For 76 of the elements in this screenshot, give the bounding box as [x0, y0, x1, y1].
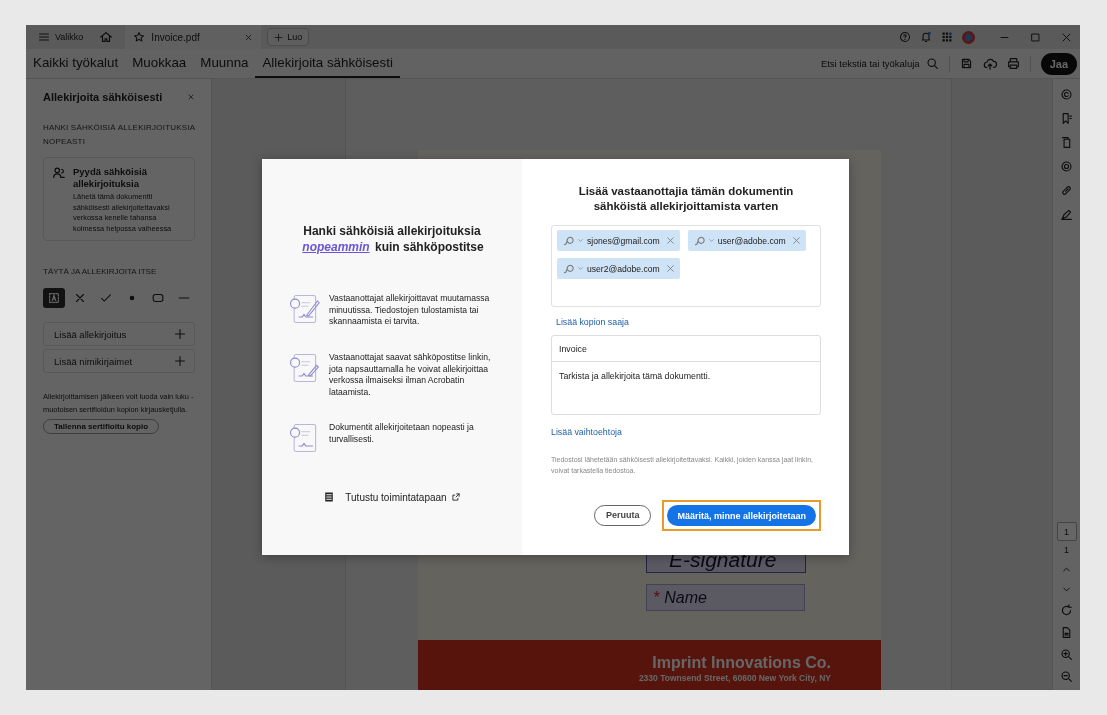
plus-icon[interactable]: [174, 355, 186, 367]
remove-icon[interactable]: [665, 264, 675, 273]
checkmark-icon: [99, 291, 113, 305]
recipients-field[interactable]: sjones@gmail.com user@adobe.com user2@adobe.com: [551, 225, 821, 307]
menu-button[interactable]: Valikko: [34, 25, 88, 49]
caret-icon[interactable]: [577, 265, 584, 272]
specify-signing-places-button[interactable]: Määritä, minne allekirjoitetaan: [667, 505, 816, 526]
menu-icon[interactable]: [38, 31, 50, 43]
link-icon[interactable]: [1060, 184, 1073, 197]
document-tab[interactable]: Invoice.pdf: [125, 25, 262, 49]
fill-tool-button[interactable]: [43, 288, 65, 308]
page-total: 1: [1064, 545, 1069, 555]
signature-pen-icon[interactable]: [1060, 208, 1073, 221]
learn-more-link[interactable]: Tutustu toimintatapaan: [345, 491, 461, 503]
remove-icon[interactable]: [791, 236, 801, 245]
zoom-in-icon[interactable]: [1060, 648, 1073, 661]
dialog-title: Lisää vastaanottajia tämän dokumentin sähköistä allekirjoittamista varten: [577, 184, 795, 214]
cancel-button[interactable]: Peruuta: [593, 504, 652, 526]
company-name: Imprint Innovations Co.: [652, 654, 831, 672]
recipient-chip[interactable]: user@adobe.com: [687, 230, 806, 251]
caret-icon[interactable]: [707, 237, 715, 244]
film-icon[interactable]: [323, 491, 336, 503]
people-icon[interactable]: [52, 166, 66, 180]
tool-tab[interactable]: Kaikki työkalut: [26, 49, 126, 78]
home-icon[interactable]: [99, 30, 114, 44]
page-number-field[interactable]: 1: [1056, 522, 1077, 541]
tool-tab[interactable]: Muokkaa: [125, 49, 194, 78]
zoom-out-icon[interactable]: [1060, 670, 1073, 683]
section-label: TÄYTÄ JA ALLEKIRJOITA ITSE: [43, 267, 158, 276]
new-button[interactable]: Luo: [267, 28, 310, 46]
star-icon[interactable]: [133, 31, 146, 43]
apps-grid-icon[interactable]: [941, 31, 953, 43]
document-icon[interactable]: [1060, 626, 1073, 639]
maximize-icon[interactable]: [1030, 31, 1041, 43]
plus-icon[interactable]: [174, 328, 186, 340]
remove-icon[interactable]: [665, 236, 675, 245]
recipient-chip[interactable]: user2@adobe.com: [557, 258, 680, 279]
bell-icon[interactable]: [920, 31, 932, 43]
caret-icon[interactable]: [577, 237, 584, 244]
company-address: 2330 Townsend Street, 60600 New York City, NY: [638, 673, 831, 683]
cross-icon: [73, 291, 87, 305]
tool-tab[interactable]: Muunna: [193, 49, 256, 78]
recipient-chip[interactable]: sjones@gmail.com: [557, 230, 680, 251]
name-field[interactable]: * Name: [646, 584, 805, 611]
add-row-button[interactable]: Lisää nimikirjaimet: [43, 349, 195, 373]
close-icon[interactable]: [1061, 31, 1072, 43]
dialog-heading: Hanki sähköisiä allekirjoituksia nopeammin kuin sähköpostitse: [301, 223, 485, 255]
search-icon[interactable]: [925, 57, 939, 70]
feature-text: Vastaanottajat allekirjoittavat muutamassa minuutissa. Tiedostojen tulostamista tai skannaamista ei tarvita.: [329, 293, 491, 328]
add-row-button[interactable]: Lisää allekirjoitus: [43, 322, 195, 346]
rounded-rectangle-icon: [151, 291, 165, 305]
layers-icon[interactable]: [1060, 160, 1073, 173]
card-title: Pyydä sähköisiä allekirjoituksia: [73, 166, 148, 190]
share-button[interactable]: Jaa: [1040, 52, 1077, 75]
plus-icon[interactable]: [274, 32, 284, 42]
search-button[interactable]: Etsi tekstiä tai työkaluja: [820, 57, 939, 70]
close-icon[interactable]: [244, 32, 254, 42]
close-icon[interactable]: [187, 93, 195, 101]
print-icon[interactable]: [1006, 57, 1020, 70]
more-options-link[interactable]: Lisää vaihtoehtoja: [551, 427, 622, 437]
text-field-icon: [47, 291, 61, 305]
cloud-upload-icon[interactable]: [982, 56, 997, 71]
add-cc-link[interactable]: Lisää kopion saaja: [556, 317, 629, 327]
section-label: HANKI SÄHKÖISIÄ ALLEKIRJOITUKSIA NOPEASTI: [43, 122, 195, 148]
bookmark-icon[interactable]: [1060, 112, 1073, 125]
save-icon[interactable]: [959, 57, 973, 70]
panel-title: Allekirjoita sähköisesti: [43, 91, 163, 103]
pages-icon[interactable]: [1060, 136, 1073, 149]
help-icon[interactable]: [899, 31, 911, 43]
feature-text: Vastaanottajat saavat sähköpostitse linkin, jota napsauttamalla he voivat allekirjoittaa verkossa ilmaiseksi ilman Acrobatin lataamista.: [329, 352, 492, 398]
message-field[interactable]: Tarkista ja allekirjoita tämä dokumentti.: [552, 362, 820, 414]
external-link-icon[interactable]: [450, 492, 461, 502]
subject-field[interactable]: Invoice: [552, 336, 820, 362]
avatar[interactable]: [962, 30, 975, 44]
feature-text: Dokumentit allekirjoitetaan nopeasti ja turvallisesti.: [329, 422, 475, 445]
rotate-icon[interactable]: [1060, 604, 1073, 617]
